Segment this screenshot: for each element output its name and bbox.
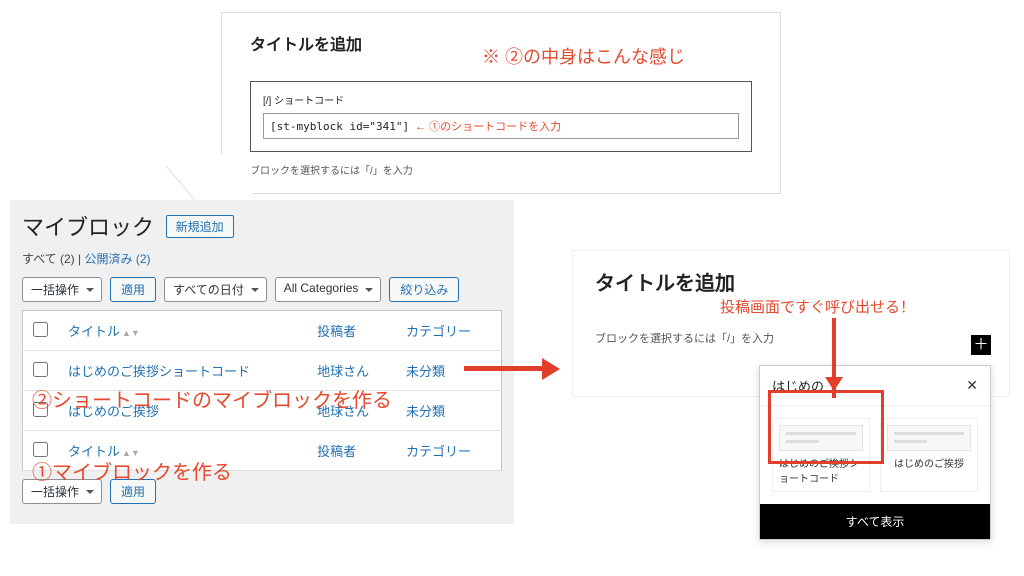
row-category-link[interactable]: 未分類 [406, 404, 445, 419]
shortcode-input[interactable]: [st-myblock id="341"] ← ①のショートコードを入力 [263, 113, 739, 139]
filter-button[interactable]: 絞り込み [389, 277, 459, 302]
status-filters: すべて (2) | 公開済み (2) [22, 250, 502, 267]
filter-all[interactable]: すべて (2) [22, 252, 75, 266]
col-category: カテゴリー [396, 311, 502, 351]
inserter-result[interactable]: はじめのご挨拶ショートコード [772, 418, 870, 492]
shortcode-value: [st-myblock id="341"] [270, 120, 409, 133]
tablenav-top: 一括操作 適用 すべての日付 All Categories 絞り込み [22, 277, 502, 302]
post-editor-panel: タイトルを追加 ブロックを選択するには「/」を入力 ＋ はじめの ✕ はじめのご… [572, 250, 1010, 397]
bulk-action-select[interactable]: 一括操作 [22, 277, 102, 302]
editor-preview-callout: タイトルを追加 ※ ②の中身はこんな感じ [/] ショートコード [st-myb… [221, 12, 781, 194]
apply-button-top[interactable]: 適用 [110, 277, 156, 302]
inserter-search[interactable]: はじめの ✕ [760, 366, 990, 406]
row-author-link[interactable]: 地球さん [317, 364, 369, 379]
result-label: はじめのご挨拶 [894, 455, 964, 470]
col-author-foot: 投稿者 [307, 431, 396, 471]
arrow-down-icon [832, 318, 836, 398]
add-new-button[interactable]: 新規追加 [166, 215, 234, 238]
shortcode-block-label: [/] ショートコード [263, 92, 739, 107]
editor-title-placeholder[interactable]: タイトルを追加 [595, 267, 987, 296]
block-slash-hint: ブロックを選択するには「/」を入力 [250, 162, 752, 177]
inserter-result[interactable]: はじめのご挨拶 [880, 418, 978, 492]
add-block-button[interactable]: ＋ [971, 335, 991, 355]
annotation-step2: ②ショートコードのマイブロックを作る [32, 384, 392, 413]
select-all-top[interactable] [33, 322, 48, 337]
annotation-inserter-label: 投稿画面ですぐ呼び出せる！ [720, 296, 915, 317]
col-author: 投稿者 [307, 311, 396, 351]
result-thumbnail [779, 425, 863, 451]
editor-slash-hint: ブロックを選択するには「/」を入力 [595, 330, 987, 346]
annotation-step1: ①マイブロックを作る [32, 456, 232, 485]
shortcode-hint: ← ①のショートコードを入力 [415, 118, 561, 134]
row-checkbox[interactable] [33, 362, 48, 377]
select-all-bottom[interactable] [33, 442, 48, 457]
show-all-button[interactable]: すべて表示 [760, 504, 990, 539]
clear-search-icon[interactable]: ✕ [966, 377, 978, 394]
category-filter-select[interactable]: All Categories [275, 277, 382, 302]
flow-arrow-icon [464, 358, 564, 380]
annotation-contents: ※ ②の中身はこんな感じ [482, 43, 685, 69]
date-filter-select[interactable]: すべての日付 [164, 277, 267, 302]
page-title: マイブロック [22, 210, 154, 242]
block-inserter-popover: はじめの ✕ はじめのご挨拶ショートコード はじめのご挨拶 すべて表示 [759, 365, 991, 540]
inserter-search-value: はじめの [772, 376, 824, 395]
col-title[interactable]: タイトル▲▼ [58, 311, 307, 351]
result-thumbnail [887, 425, 971, 451]
shortcode-block[interactable]: [/] ショートコード [st-myblock id="341"] ← ①のショ… [250, 81, 752, 152]
row-category-link[interactable]: 未分類 [406, 364, 445, 379]
row-title-link[interactable]: はじめのご挨拶ショートコード [68, 364, 250, 379]
col-category-foot: カテゴリー [396, 431, 502, 471]
result-label: はじめのご挨拶ショートコード [779, 455, 863, 485]
filter-published[interactable]: 公開済み (2) [84, 252, 150, 266]
